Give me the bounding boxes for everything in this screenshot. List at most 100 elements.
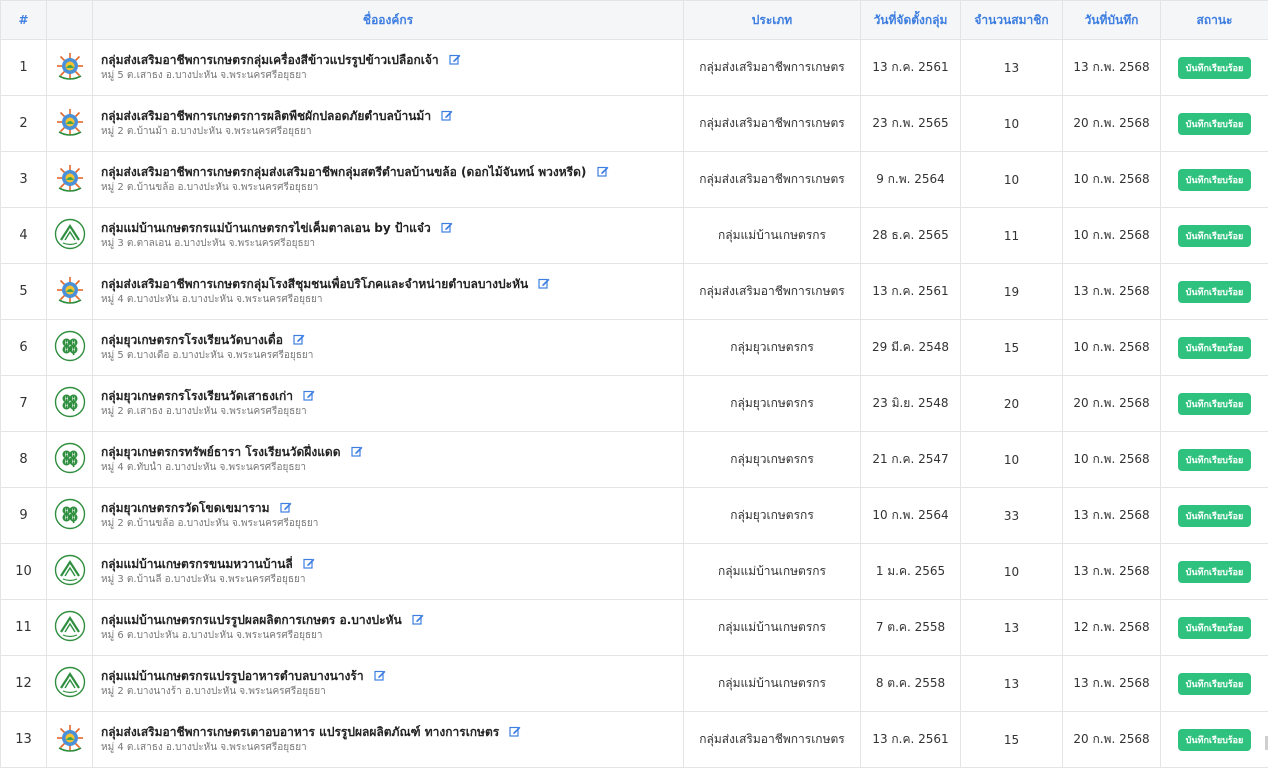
org-name[interactable]: กลุ่มยุวเกษตรกรทรัพย์ธารา โรงเรียนวัดฝึ่… <box>101 445 341 459</box>
table-row[interactable]: 8 HHHH กลุ่มยุวเกษตรกรทรัพย์ธารา โรงเรีย… <box>0 431 1268 488</box>
table-row[interactable]: 13 กลุ่มส่งเสริมอาชีพการเกษตรเตาอบอาหาร … <box>0 711 1268 768</box>
org-name[interactable]: กลุ่มส่งเสริมอาชีพการเกษตรกลุ่มส่งเสริมอ… <box>101 165 586 179</box>
org-address: หมู่ 2 ต.บ้านม้า อ.บางปะหัน จ.พระนครศรีอ… <box>101 126 312 137</box>
status-badge: บันทึกเรียบร้อย <box>1177 449 1252 471</box>
table-row[interactable]: 3 กลุ่มส่งเสริมอาชีพการเกษตรกลุ่มส่งเสริ… <box>0 151 1268 208</box>
org-logo-cell <box>46 543 93 600</box>
status-cell: บันทึกเรียบร้อย <box>1160 151 1268 208</box>
col-header-founded[interactable]: วันที่จัดตั้งกลุ่ม <box>860 0 961 40</box>
founded-date: 13 ก.ค. 2561 <box>860 711 961 768</box>
svg-text:H: H <box>64 515 68 521</box>
svg-text:H: H <box>71 347 75 353</box>
status-cell: บันทึกเรียบร้อย <box>1160 599 1268 656</box>
col-header-name[interactable]: ชื่อองค์กร <box>92 0 684 40</box>
org-name[interactable]: กลุ่มยุวเกษตรกรโรงเรียนวัดบางเดื่อ <box>101 333 283 347</box>
org-address: หมู่ 2 ต.บ้านขล้อ อ.บางปะหัน จ.พระนครศรี… <box>101 182 319 193</box>
org-type: กลุ่มส่งเสริมอาชีพการเกษตร <box>683 711 861 768</box>
org-type: กลุ่มยุวเกษตรกร <box>683 375 861 432</box>
table-row[interactable]: 1 กลุ่มส่งเสริมอาชีพการเกษตรกลุ่มเครื่อง… <box>0 39 1268 96</box>
edit-icon[interactable] <box>280 501 292 513</box>
org-name[interactable]: กลุ่มแม่บ้านเกษตรกรแปรรูปอาหารตำบลบางนาง… <box>101 669 364 683</box>
org-logo-cell <box>46 95 93 152</box>
member-count: 10 <box>960 95 1063 152</box>
member-count: 10 <box>960 431 1063 488</box>
col-header-type[interactable]: ประเภท <box>683 0 861 40</box>
org-type: กลุ่มยุวเกษตรกร <box>683 487 861 544</box>
svg-text:H: H <box>71 515 75 521</box>
svg-text:H: H <box>71 508 75 514</box>
founded-date: 13 ก.ค. 2561 <box>860 39 961 96</box>
edit-icon[interactable] <box>303 389 315 401</box>
org-name[interactable]: กลุ่มส่งเสริมอาชีพการเกษตรกลุ่มโรงสีชุมช… <box>101 277 528 291</box>
agri-promotion-logo <box>54 106 86 138</box>
agri-promotion-logo <box>54 274 86 306</box>
org-address: หมู่ 4 ต.ทับน้ำ อ.บางปะหัน จ.พระนครศรีอย… <box>101 462 306 473</box>
table-row[interactable]: 4 กลุ่มแม่บ้านเกษตรกรแม่บ้านเกษตรกรไข่เค… <box>0 207 1268 264</box>
row-number: 2 <box>0 95 47 152</box>
org-name[interactable]: กลุ่มส่งเสริมอาชีพการเกษตรเตาอบอาหาร แปร… <box>101 725 499 739</box>
org-name[interactable]: กลุ่มยุวเกษตรกรโรงเรียนวัดเสาธงเก่า <box>101 389 293 403</box>
table-row[interactable]: 2 กลุ่มส่งเสริมอาชีพการเกษตรการผลิตพืชผั… <box>0 95 1268 152</box>
row-number: 7 <box>0 375 47 432</box>
col-header-num[interactable]: # <box>0 0 47 40</box>
org-name-cell: กลุ่มส่งเสริมอาชีพการเกษตรกลุ่มส่งเสริมอ… <box>92 151 684 208</box>
org-logo-cell <box>46 151 93 208</box>
org-name[interactable]: กลุ่มส่งเสริมอาชีพการเกษตรกลุ่มเครื่องสี… <box>101 53 439 67</box>
edit-icon[interactable] <box>449 53 461 65</box>
org-type: กลุ่มส่งเสริมอาชีพการเกษตร <box>683 263 861 320</box>
org-name[interactable]: กลุ่มส่งเสริมอาชีพการเกษตรการผลิตพืชผักป… <box>101 109 431 123</box>
org-logo-cell <box>46 655 93 712</box>
status-badge: บันทึกเรียบร้อย <box>1177 617 1252 639</box>
status-cell: บันทึกเรียบร้อย <box>1160 543 1268 600</box>
table-row[interactable]: 12 กลุ่มแม่บ้านเกษตรกรแปรรูปอาหารตำบลบาง… <box>0 655 1268 712</box>
table-row[interactable]: 11 กลุ่มแม่บ้านเกษตรกรแปรรูปผลผลิตการเกษ… <box>0 599 1268 656</box>
org-type: กลุ่มแม่บ้านเกษตรกร <box>683 543 861 600</box>
org-type: กลุ่มแม่บ้านเกษตรกร <box>683 599 861 656</box>
saved-date: 10 ก.พ. 2568 <box>1062 319 1161 376</box>
row-number: 12 <box>0 655 47 712</box>
edit-icon[interactable] <box>538 277 550 289</box>
row-number: 10 <box>0 543 47 600</box>
org-logo-cell: HHHH <box>46 375 93 432</box>
saved-date: 20 ก.พ. 2568 <box>1062 375 1161 432</box>
col-header-status[interactable]: สถานะ <box>1160 0 1268 40</box>
edit-icon[interactable] <box>441 109 453 121</box>
table-row[interactable]: 6 HHHH กลุ่มยุวเกษตรกรโรงเรียนวัดบางเดื่… <box>0 319 1268 376</box>
org-address: หมู่ 2 ต.บางนางร้า อ.บางปะหัน จ.พระนครศร… <box>101 686 326 697</box>
org-name[interactable]: กลุ่มแม่บ้านเกษตรกรแปรรูปผลผลิตการเกษตร … <box>101 613 402 627</box>
col-header-saved[interactable]: วันที่บันทึก <box>1062 0 1161 40</box>
table-row[interactable]: 5 กลุ่มส่งเสริมอาชีพการเกษตรกลุ่มโรงสีชุ… <box>0 263 1268 320</box>
org-logo-cell: HHHH <box>46 319 93 376</box>
svg-text:H: H <box>64 340 68 346</box>
saved-date: 13 ก.พ. 2568 <box>1062 655 1161 712</box>
org-name[interactable]: กลุ่มยุวเกษตรกรวัดโขดเขมาราม <box>101 501 270 515</box>
org-address: หมู่ 6 ต.บางปะหัน อ.บางปะหัน จ.พระนครศรี… <box>101 630 323 641</box>
status-badge: บันทึกเรียบร้อย <box>1177 729 1252 751</box>
edit-icon[interactable] <box>597 165 609 177</box>
svg-text:H: H <box>71 459 75 465</box>
row-number: 4 <box>0 207 47 264</box>
table-row[interactable]: 10 กลุ่มแม่บ้านเกษตรกรขนมหวานบ้านลี่ หมู… <box>0 543 1268 600</box>
housewife-group-logo <box>54 554 86 586</box>
status-cell: บันทึกเรียบร้อย <box>1160 375 1268 432</box>
col-header-logo <box>46 0 93 40</box>
org-logo-cell <box>46 207 93 264</box>
table-row[interactable]: 7 HHHH กลุ่มยุวเกษตรกรโรงเรียนวัดเสาธงเก… <box>0 375 1268 432</box>
member-count: 10 <box>960 151 1063 208</box>
edit-icon[interactable] <box>293 333 305 345</box>
edit-icon[interactable] <box>509 725 521 737</box>
org-name[interactable]: กลุ่มแม่บ้านเกษตรกรแม่บ้านเกษตรกรไข่เค็ม… <box>101 221 431 235</box>
member-count: 13 <box>960 599 1063 656</box>
status-cell: บันทึกเรียบร้อย <box>1160 95 1268 152</box>
svg-text:H: H <box>64 452 68 458</box>
table-row[interactable]: 9 HHHH กลุ่มยุวเกษตรกรวัดโขดเขมาราม หมู่… <box>0 487 1268 544</box>
founded-date: 21 ก.ค. 2547 <box>860 431 961 488</box>
col-header-members[interactable]: จำนวนสมาชิก <box>960 0 1063 40</box>
edit-icon[interactable] <box>441 221 453 233</box>
edit-icon[interactable] <box>374 669 386 681</box>
edit-icon[interactable] <box>303 557 315 569</box>
org-name[interactable]: กลุ่มแม่บ้านเกษตรกรขนมหวานบ้านลี่ <box>101 557 293 571</box>
edit-icon[interactable] <box>412 613 424 625</box>
table-header-row: # ชื่อองค์กร ประเภท วันที่จัดตั้งกลุ่ม จ… <box>0 0 1268 40</box>
edit-icon[interactable] <box>351 445 363 457</box>
